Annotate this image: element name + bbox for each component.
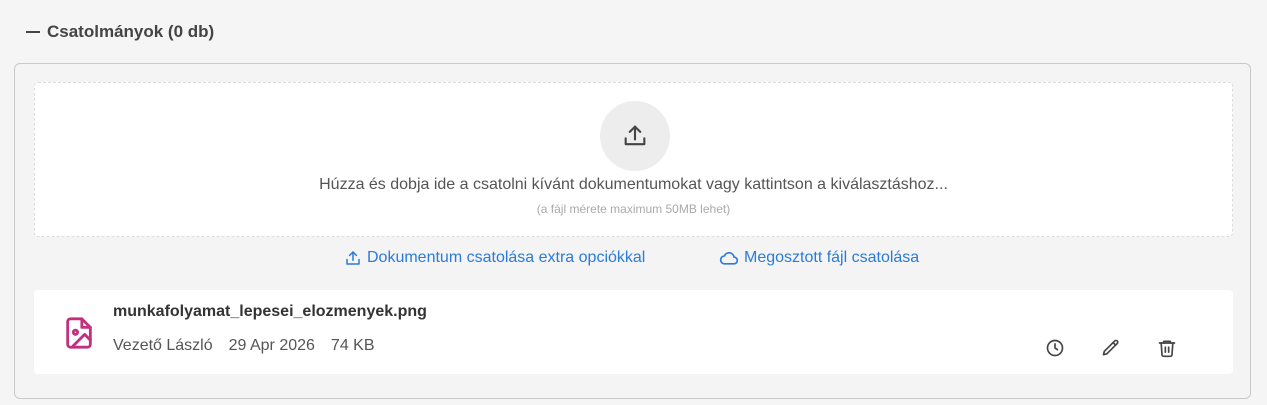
file-actions [1041, 334, 1181, 362]
attach-with-options-link[interactable]: Dokumentum csatolása extra opciókkal [344, 249, 645, 267]
edit-button[interactable] [1097, 334, 1125, 362]
cloud-icon [719, 252, 739, 265]
history-button[interactable] [1041, 334, 1069, 362]
collapse-icon [26, 31, 40, 33]
attach-with-options-label: Dokumentum csatolása extra opciókkal [367, 249, 646, 266]
attachments-panel: Húzza és dobja ide a csatolni kívánt dok… [14, 63, 1251, 399]
dropzone-text: Húzza és dobja ide a csatolni kívánt dok… [319, 176, 948, 193]
delete-button[interactable] [1153, 334, 1181, 362]
file-date: 29 Apr 2026 [228, 337, 315, 354]
attachments-section-toggle[interactable]: Csatolmányok (0 db) [26, 20, 214, 44]
file-name[interactable]: munkafolyamat_lepesei_elozmenyek.png [113, 303, 427, 321]
attach-shared-file-link[interactable]: Megosztott fájl csatolása [719, 249, 919, 267]
history-icon [1046, 339, 1064, 357]
attachment-row: munkafolyamat_lepesei_elozmenyek.png Vez… [34, 290, 1233, 374]
upload-small-icon [346, 251, 360, 265]
edit-icon [1102, 339, 1119, 356]
image-file-icon [66, 317, 92, 349]
file-meta: Vezető László 29 Apr 2026 74 KB [113, 337, 391, 355]
upload-icon [600, 101, 670, 171]
attach-shared-file-label: Megosztott fájl csatolása [744, 249, 920, 266]
attach-links: Dokumentum csatolása extra opciókkal Meg… [15, 249, 1250, 273]
file-dropzone[interactable]: Húzza és dobja ide a csatolni kívánt dok… [34, 82, 1233, 237]
delete-icon [1158, 340, 1176, 358]
section-title: Csatolmányok (0 db) [47, 22, 215, 41]
file-owner: Vezető László [113, 337, 213, 354]
dropzone-hint: (a fájl mérete maximum 50MB lehet) [536, 202, 731, 216]
file-size: 74 KB [330, 337, 375, 354]
